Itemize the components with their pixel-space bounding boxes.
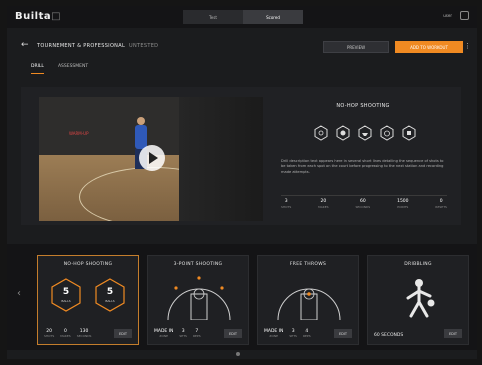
drill-stats: 3 SHOTS 20 MAKES 60 SECONDS 1500 POINTS 0 RES…: [281, 195, 447, 209]
hex-value: 5: [62, 287, 70, 297]
logo-suffix: □: [51, 11, 62, 22]
edit-button[interactable]: EDIT: [114, 329, 132, 338]
edit-button[interactable]: EDIT: [334, 329, 352, 338]
video-overlay-text: WARM-UP: [69, 131, 89, 136]
stat-label: SECONDS: [355, 205, 371, 209]
card-stat: 3 SETS: [179, 329, 187, 338]
page-subtitle: UNTESTED: [129, 43, 159, 49]
content-tabs: DRILL ASSESSMENT: [31, 64, 88, 74]
card-footer: MADE IN ZONE 3 SETS 7 REPS EDIT: [154, 329, 242, 338]
drill-icon-row: [313, 125, 417, 141]
drill-card-3pt[interactable]: 3-POINT SHOOTING MADE IN ZONE 3 SETS 7 REPS…: [147, 255, 249, 345]
drill-description: Drill description text appears here in s…: [281, 159, 444, 174]
ball-icon: [335, 125, 351, 141]
user-menu[interactable]: user: [443, 13, 452, 18]
video-player-head: [137, 117, 145, 125]
chevron-left-icon[interactable]: ‹: [17, 288, 21, 299]
stat-value: 60: [359, 199, 366, 204]
drill-video[interactable]: WARM-UP: [39, 97, 263, 221]
mode-test-tab[interactable]: Test: [183, 10, 243, 24]
target-icon: [401, 125, 417, 141]
stat-value: 3: [284, 199, 288, 204]
card-stat: 3 SETS: [289, 329, 297, 338]
dribbling-player-icon: [406, 279, 435, 318]
duration-label: 60 SECONDS: [374, 333, 404, 338]
card-title: FREE THROWS: [289, 262, 327, 267]
card-footer: 20 SHOTS 0 MAKES 130 SECONDS EDIT: [44, 329, 132, 338]
card-stat: 0 MAKES: [60, 329, 70, 338]
card-stat-label: SHOTS: [44, 334, 55, 338]
timer-icon: [379, 125, 395, 141]
card-stat: 7 REPS: [193, 329, 201, 338]
card-stat: MADE IN ZONE: [154, 329, 173, 338]
drill-info: NO-HOP SHOOTING Drill description text a…: [275, 95, 451, 219]
balls-hex-badge: 5 BALLS: [94, 278, 126, 312]
balls-hex-badge: 5 BALLS: [50, 278, 82, 312]
play-icon[interactable]: [139, 145, 165, 171]
arrow-left-icon[interactable]: ←: [21, 40, 29, 50]
add-to-workout-button[interactable]: ADD TO WORKOUT: [395, 41, 463, 53]
stat-value: 0: [439, 199, 443, 204]
hoop-icon: [357, 125, 373, 141]
stat-label: RESETS: [435, 205, 447, 209]
mode-switch: Test Scored: [183, 10, 303, 24]
app-screen: Builta□ Test Scored user ← TOURNEMENT & …: [7, 6, 477, 359]
drill-stat: 3 SHOTS: [281, 199, 291, 209]
page-title: TOURNEMENT & PROFESSIONAL UNTESTED: [37, 43, 158, 49]
card-stat-label: ZONE: [159, 334, 168, 338]
card-title: 3-POINT SHOOTING: [173, 262, 223, 267]
video-wall-dark: [179, 97, 263, 221]
edit-button[interactable]: EDIT: [444, 329, 462, 338]
card-footer: MADE IN ZONE 3 SETS 4 REPS EDIT: [264, 329, 352, 338]
tab-assessment[interactable]: ASSESSMENT: [58, 64, 88, 74]
card-stat: 20 SHOTS: [44, 329, 54, 338]
drill-stat: 20 MAKES: [318, 199, 328, 209]
drill-card-dribbling[interactable]: DRIBBLING 60 SECONDS EDIT: [367, 255, 469, 345]
settings-icon[interactable]: [460, 11, 469, 20]
card-stat: 130 SECONDS: [77, 329, 92, 338]
drill-stat: 60 SECONDS: [355, 199, 370, 209]
card-title: NO-HOP SHOOTING: [63, 262, 113, 267]
stat-value: 1500: [397, 199, 409, 204]
card-stat-label: REPS: [192, 334, 201, 338]
preview-button[interactable]: PREVIEW: [323, 41, 389, 53]
header-row: ← TOURNEMENT & PROFESSIONAL UNTESTED PREV…: [7, 38, 477, 56]
hex-value: 5: [106, 287, 114, 297]
drill-card-no-hop[interactable]: NO-HOP SHOOTING 5 BALLS 5 BALLS 20 SHOTS …: [37, 255, 139, 345]
card-stat: 4 REPS: [303, 329, 311, 338]
logo-text: Builta: [15, 11, 52, 22]
card-stat: MADE IN ZONE: [264, 329, 283, 338]
carousel-page-indicator[interactable]: [236, 352, 240, 356]
drill-title: NO-HOP SHOOTING: [336, 103, 390, 109]
mode-scored-tab[interactable]: Scored: [243, 10, 303, 24]
stat-label: MAKES: [318, 205, 329, 209]
stat-label: SHOTS: [281, 205, 292, 209]
stat-value: 20: [320, 199, 327, 204]
drill-stat: 0 RESETS: [435, 199, 447, 209]
court-ft-diagram: [277, 288, 341, 320]
card-stat-label: MAKES: [60, 334, 71, 338]
stat-label: POINTS: [397, 205, 409, 209]
card-stat-label: SECONDS: [76, 334, 92, 338]
page-title-text: TOURNEMENT & PROFESSIONAL: [37, 43, 126, 49]
app-logo[interactable]: Builta□: [15, 11, 61, 22]
drill-detail-panel: WARM-UP NO-HOP SHOOTING Drill descriptio…: [21, 87, 461, 225]
top-right-controls: user: [443, 11, 469, 20]
court-icon: [313, 125, 329, 141]
edit-button[interactable]: EDIT: [224, 329, 242, 338]
card-stat-label: REPS: [302, 334, 311, 338]
tab-drill[interactable]: DRILL: [31, 64, 44, 74]
card-stat-label: ZONE: [269, 334, 278, 338]
drill-card-free-throws[interactable]: FREE THROWS MADE IN ZONE 3 SETS 4 REPS EDIT: [257, 255, 359, 345]
court-3pt-diagram: [167, 276, 231, 320]
more-vertical-icon[interactable]: ⋮: [464, 42, 471, 50]
card-title: DRIBBLING: [404, 262, 432, 267]
hex-label: BALLS: [61, 299, 71, 303]
hex-label: BALLS: [105, 299, 115, 303]
card-footer: 60 SECONDS EDIT: [374, 329, 462, 338]
card-stat-label: SETS: [289, 334, 297, 338]
card-stat-label: SETS: [179, 334, 187, 338]
drill-stat: 1500 POINTS: [397, 199, 408, 209]
top-bar: Builta□ Test Scored user: [7, 6, 477, 28]
